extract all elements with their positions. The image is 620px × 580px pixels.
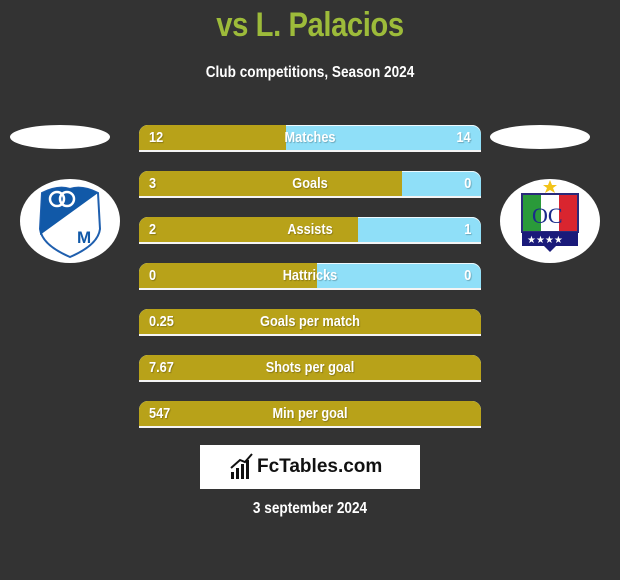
svg-text:OC: OC <box>532 203 563 228</box>
page-title: vs L. Palacios <box>216 6 404 44</box>
stat-bar-goals: 3 Goals 0 <box>139 171 481 198</box>
millonarios-crest-icon[interactable]: M <box>20 179 120 263</box>
stat-bar-goals-per-match: 0.25 Goals per match <box>139 309 481 336</box>
svg-text:M: M <box>77 228 91 247</box>
right-value: 1 <box>463 221 471 238</box>
left-value: 3 <box>149 175 157 192</box>
stat-label: Matches <box>284 129 336 146</box>
stat-label: Hattricks <box>282 267 338 284</box>
right-value: 0 <box>463 267 471 284</box>
bar-chart-icon <box>230 453 253 479</box>
right-value: 14 <box>456 129 471 146</box>
once-caldas-crest-icon[interactable]: OC ★★★★ <box>500 179 600 263</box>
brand-name: FcTables.com <box>257 456 383 477</box>
left-player-oval <box>10 125 110 149</box>
left-value: 0 <box>149 267 157 284</box>
stat-label: Goals per match <box>260 313 360 330</box>
left-value: 12 <box>149 129 164 146</box>
stat-bar-shots-per-goal: 7.67 Shots per goal <box>139 355 481 382</box>
stat-label: Shots per goal <box>265 359 355 376</box>
right-player-oval <box>490 125 590 149</box>
stat-bar-min-per-goal: 547 Min per goal <box>139 401 481 428</box>
left-value: 2 <box>149 221 157 238</box>
stat-bar-assists: 2 Assists 1 <box>139 217 481 244</box>
stat-bar-hattricks: 0 Hattricks 0 <box>139 263 481 290</box>
stat-label: Assists <box>287 221 333 238</box>
svg-text:★★★★: ★★★★ <box>527 235 563 246</box>
right-value: 0 <box>463 175 471 192</box>
competition-subtitle: Club competitions, Season 2024 <box>205 64 415 81</box>
fctables-logo[interactable]: FcTables.com <box>200 445 420 489</box>
match-date: 3 september 2024 <box>252 500 368 517</box>
stat-bar-matches: 12 Matches 14 <box>139 125 481 152</box>
stat-label: Goals <box>292 175 328 192</box>
stat-label: Min per goal <box>272 405 348 422</box>
